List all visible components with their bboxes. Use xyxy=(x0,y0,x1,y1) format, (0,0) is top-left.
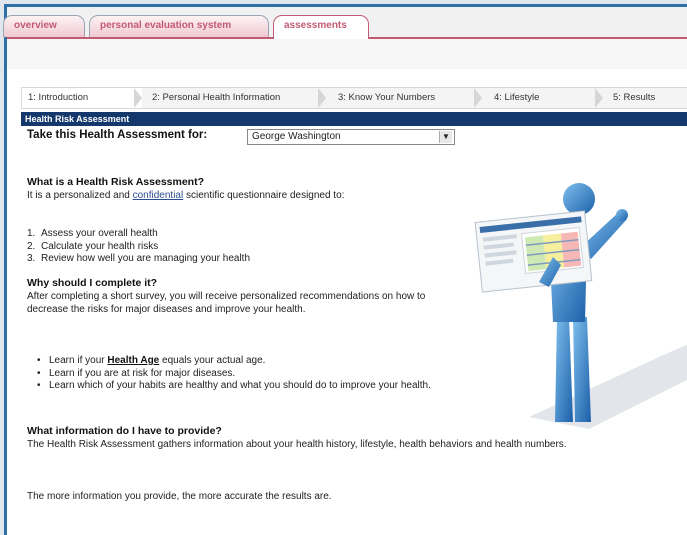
why-text: After completing a short survey, you wil… xyxy=(27,291,426,315)
list-number: 1. xyxy=(27,228,36,239)
person-with-chart-illustration xyxy=(474,183,687,429)
step-introduction[interactable]: 1: Introduction xyxy=(22,88,142,108)
list-item: 1. Assess your overall health xyxy=(27,228,250,241)
chevron-right-icon xyxy=(595,88,603,108)
list-number: 3. xyxy=(27,253,36,264)
chevron-right-icon xyxy=(474,88,482,108)
list-item: Learn which of your habits are healthy a… xyxy=(37,380,457,393)
health-age-link[interactable]: Health Age xyxy=(107,355,159,366)
step-label: 5: Results xyxy=(613,92,656,103)
subnav-band xyxy=(7,39,687,69)
list-item: Learn if you are at risk for major disea… xyxy=(37,368,457,381)
benefit-text: Learn if you are at risk for major disea… xyxy=(49,367,236,379)
why-heading: Why should I complete it? xyxy=(27,277,158,289)
tab-overview[interactable]: overview xyxy=(3,15,85,37)
benefit-text: equals your actual age. xyxy=(159,355,266,366)
person-select-value: George Washington xyxy=(252,131,341,142)
info-text: The Health Risk Assessment gathers infor… xyxy=(27,439,567,450)
person-select[interactable]: George Washington ▼ xyxy=(247,129,455,145)
content-frame: overview personal evaluation system asse… xyxy=(3,4,687,535)
what-text-after: scientific questionnaire designed to: xyxy=(183,190,345,201)
list-number: 2. xyxy=(27,240,36,252)
what-text-before: It is a personalized and xyxy=(27,190,133,201)
chevron-right-icon xyxy=(134,88,142,108)
tab-assessments[interactable]: assessments xyxy=(273,15,369,39)
list-text: Assess your overall health xyxy=(41,228,158,239)
step-progress-bar: 1: Introduction 2: Personal Health Infor… xyxy=(21,87,687,109)
chevron-right-icon xyxy=(318,88,326,108)
what-heading: What is a Health Risk Assessment? xyxy=(27,176,205,188)
chevron-down-icon[interactable]: ▼ xyxy=(439,131,452,143)
tab-personal-evaluation-system[interactable]: personal evaluation system xyxy=(89,15,269,37)
more-info-text: The more information you provide, the mo… xyxy=(27,491,332,502)
step-personal-health-information[interactable]: 2: Personal Health Information xyxy=(146,88,326,108)
step-know-your-numbers[interactable]: 3: Know Your Numbers xyxy=(332,88,482,108)
take-for-label: Take this Health Assessment for: xyxy=(27,129,208,141)
benefit-text: Learn if your xyxy=(49,355,108,366)
tab-strip: overview personal evaluation system asse… xyxy=(3,7,687,39)
confidential-link[interactable]: confidential xyxy=(133,190,184,201)
list-text: Calculate your health risks xyxy=(41,240,159,252)
info-heading: What information do I have to provide? xyxy=(27,425,222,437)
benefit-text: Learn which of your habits are healthy a… xyxy=(49,380,431,391)
step-label: 2: Personal Health Information xyxy=(152,92,281,103)
step-lifestyle[interactable]: 4: Lifestyle xyxy=(488,88,603,108)
list-text: Review how well you are managing your he… xyxy=(41,253,251,264)
section-header: Health Risk Assessment xyxy=(21,112,687,126)
list-item: 3. Review how well you are managing your … xyxy=(27,253,250,266)
purpose-list: 1. Assess your overall health 2. Calculate… xyxy=(27,228,250,266)
step-label: 4: Lifestyle xyxy=(494,92,540,103)
list-item: 2. Calculate your health risks xyxy=(27,241,250,254)
list-item: Learn if your Health Age equals your act… xyxy=(37,355,457,368)
what-text: It is a personalized and confidential sc… xyxy=(27,189,344,202)
step-label: 1: Introduction xyxy=(28,92,89,103)
benefits-list: Learn if your Health Age equals your act… xyxy=(37,355,457,393)
step-results[interactable]: 5: Results xyxy=(607,88,687,108)
step-label: 3: Know Your Numbers xyxy=(338,92,436,103)
